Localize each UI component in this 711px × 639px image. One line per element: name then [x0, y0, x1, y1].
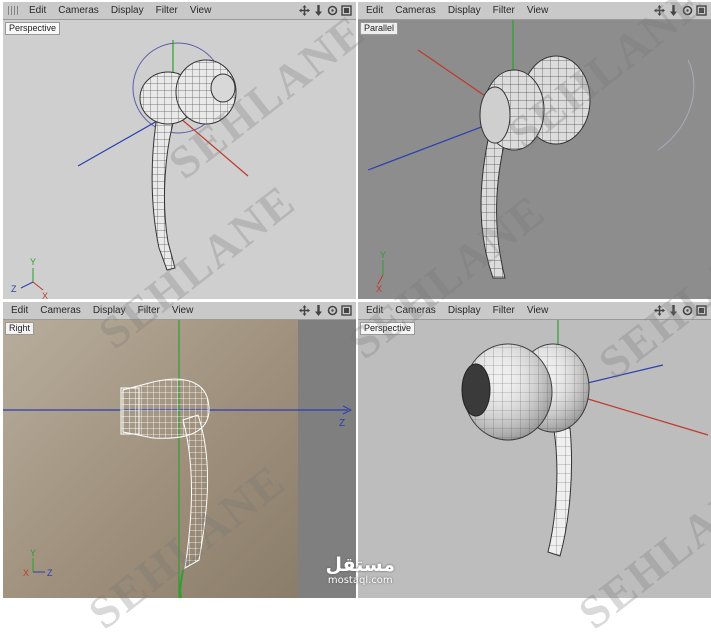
- zoom-icon[interactable]: [668, 5, 679, 16]
- earphone-render: Y X Z: [11, 40, 249, 299]
- menu-display[interactable]: Display: [105, 2, 150, 19]
- brand-logo-arabic: مستقل: [325, 554, 396, 576]
- rotate-icon[interactable]: [327, 5, 338, 16]
- rotate-icon[interactable]: [682, 305, 693, 316]
- axis-indicator: Y X: [376, 250, 386, 294]
- svg-text:Y: Y: [30, 257, 36, 267]
- viewport-canvas[interactable]: Perspective: [358, 320, 711, 598]
- zoom-icon[interactable]: [313, 5, 324, 16]
- svg-text:X: X: [42, 291, 48, 299]
- viewport-canvas[interactable]: Right Z Y Z X: [3, 320, 356, 598]
- move-icon[interactable]: [299, 5, 310, 16]
- move-icon[interactable]: [299, 305, 310, 316]
- viewport-canvas[interactable]: Perspective Y X Z: [3, 20, 356, 299]
- viewport-pane-bottom-left[interactable]: Edit Cameras Display Filter View Right Z: [3, 302, 356, 598]
- rotate-icon[interactable]: [682, 5, 693, 16]
- viewport-nav-icons: [299, 302, 352, 319]
- svg-text:X: X: [376, 284, 382, 294]
- rotate-icon[interactable]: [327, 305, 338, 316]
- menu-view[interactable]: View: [521, 2, 555, 19]
- move-icon[interactable]: [654, 5, 665, 16]
- menu-filter[interactable]: Filter: [487, 2, 521, 19]
- menu-cameras[interactable]: Cameras: [52, 2, 105, 19]
- viewport-nav-icons: [654, 302, 707, 319]
- menu-edit[interactable]: Edit: [23, 2, 52, 19]
- panel-grip-icon[interactable]: [8, 6, 19, 15]
- menu-filter[interactable]: Filter: [132, 302, 166, 319]
- brand-logo-url: mostaql.com: [327, 575, 393, 586]
- svg-text:X: X: [23, 568, 29, 578]
- menu-view[interactable]: View: [184, 2, 218, 19]
- axis-indicator: Y Z X: [23, 548, 53, 578]
- menu-edit[interactable]: Edit: [5, 302, 34, 319]
- viewport-pane-top-right[interactable]: Edit Cameras Display Filter View Paralle…: [358, 2, 711, 299]
- menu-display[interactable]: Display: [87, 302, 132, 319]
- menu-filter[interactable]: Filter: [150, 2, 184, 19]
- z-axis-label: Z: [339, 418, 345, 429]
- menu-view[interactable]: View: [521, 302, 555, 319]
- menu-cameras[interactable]: Cameras: [389, 302, 442, 319]
- menu-edit[interactable]: Edit: [360, 302, 389, 319]
- viewport-nav-icons: [654, 2, 707, 19]
- viewport-pane-bottom-right[interactable]: Edit Cameras Display Filter View Perspec…: [358, 302, 711, 598]
- earphone-wireframe: Z Y Z X: [3, 320, 353, 598]
- menu-display[interactable]: Display: [442, 302, 487, 319]
- menu-display[interactable]: Display: [442, 2, 487, 19]
- axis-indicator: Y X Z: [11, 257, 48, 299]
- earphone-render: Y X: [367, 20, 695, 294]
- menu-cameras[interactable]: Cameras: [389, 2, 442, 19]
- svg-text:Z: Z: [47, 568, 53, 578]
- brand-logo: مستقل mostaql.com: [326, 555, 396, 586]
- menu-cameras[interactable]: Cameras: [34, 302, 87, 319]
- viewport-menubar: Edit Cameras Display Filter View: [3, 302, 356, 320]
- earphone-render: [461, 320, 709, 557]
- svg-text:Y: Y: [380, 250, 386, 260]
- maximize-icon[interactable]: [696, 5, 707, 16]
- menu-filter[interactable]: Filter: [487, 302, 521, 319]
- svg-text:Z: Z: [11, 284, 17, 294]
- maximize-icon[interactable]: [341, 5, 352, 16]
- zoom-icon[interactable]: [313, 305, 324, 316]
- rotation-gizmo: [657, 59, 695, 151]
- viewport-menubar: Edit Cameras Display Filter View: [3, 2, 356, 20]
- menu-view[interactable]: View: [166, 302, 200, 319]
- maximize-icon[interactable]: [341, 305, 352, 316]
- move-icon[interactable]: [654, 305, 665, 316]
- viewport-canvas[interactable]: Parallel Y X: [358, 20, 711, 299]
- menu-edit[interactable]: Edit: [360, 2, 389, 19]
- svg-text:Y: Y: [30, 548, 36, 558]
- zoom-icon[interactable]: [668, 305, 679, 316]
- viewport-pane-top-left[interactable]: Edit Cameras Display Filter View Perspec…: [3, 2, 356, 299]
- viewport-menubar: Edit Cameras Display Filter View: [358, 302, 711, 320]
- maximize-icon[interactable]: [696, 305, 707, 316]
- viewport-nav-icons: [299, 2, 352, 19]
- viewport-menubar: Edit Cameras Display Filter View: [358, 2, 711, 20]
